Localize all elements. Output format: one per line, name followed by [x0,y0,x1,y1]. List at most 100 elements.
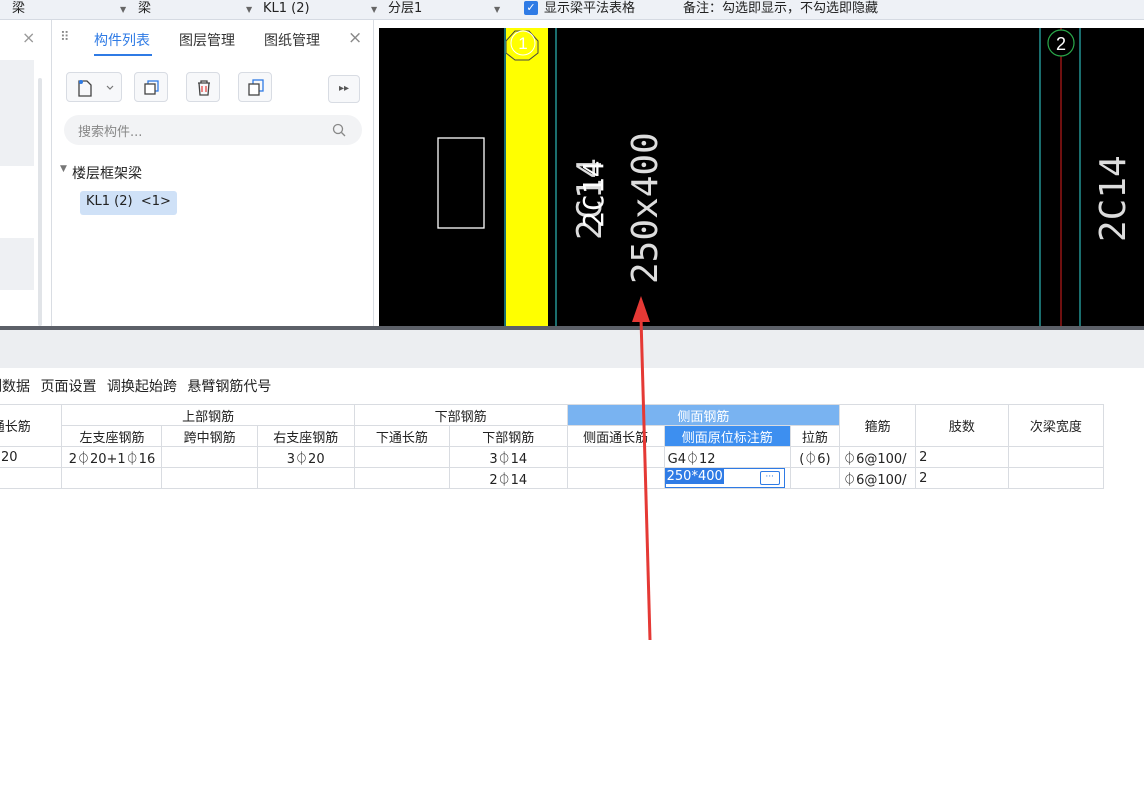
cad-drawing: 1 2 2C14 2C14 250x400 2C14 [437,28,1134,328]
more-button[interactable]: ▸▸ [328,75,360,103]
cell-left-support[interactable]: 2⏀20+1⏀16 [61,446,163,468]
header-lajin[interactable]: 拉筋 [789,425,841,447]
cell-left-support[interactable] [61,467,163,489]
show-table-checkbox[interactable]: ✓ [524,1,538,15]
chevron-down-icon: ▼ [494,5,501,14]
header-mid[interactable]: 跨中钢筋 [161,425,258,447]
stub-highlight [0,60,34,166]
new-file-icon [78,80,114,97]
scrollbar[interactable] [38,78,42,326]
copy-to-floor-button[interactable] [238,72,272,102]
delete-button[interactable] [186,72,220,102]
header-upper[interactable]: 上部钢筋 [61,404,355,426]
cell-cilang[interactable] [1007,446,1105,468]
search-placeholder: 搜索构件... [78,125,143,140]
cad-text-bar-b: 2C14 [577,161,610,228]
header-lower-bar[interactable]: 下部钢筋 [448,425,568,447]
table-toolbar: 列数据 页面设置 调换起始跨 悬臂钢筋代号 [0,376,277,396]
type-dropdown-1-value: 梁 [12,1,26,16]
splitter-band[interactable] [0,326,1144,368]
beam-rebar-table: 通长筋 上部钢筋 下部钢筋 侧面钢筋 箍筋 肢数 次梁宽度 左支座钢筋 跨中钢筋… [0,404,1105,489]
tree-group-label[interactable]: 楼层框架梁 [72,163,142,183]
cell-lower-bar[interactable]: 3⏀14 [448,446,568,468]
type-dropdown-1[interactable]: 梁 ▼ [12,0,126,20]
active-tab-indicator [94,54,152,56]
table-row: 2⏀14 250*400 ··· ⏀6@100/ 2 [0,467,1105,489]
column-outline [437,137,485,229]
layer-dropdown-value: 分层1 [388,1,423,16]
cad-text-dimension: 250x400 [625,132,666,284]
tab-drawing-manage[interactable]: 图纸管理 [264,30,320,50]
more-options-icon[interactable]: ··· [759,471,780,485]
cell-side-orig-editing[interactable]: 250*400 ··· [663,467,791,489]
cell-mid[interactable] [161,446,258,468]
cell-gujin[interactable]: ⏀6@100/ [839,467,917,489]
cell-editor-value[interactable]: 250*400 [665,469,724,484]
search-icon [332,123,346,137]
tool-cantilever-code[interactable]: 悬臂钢筋代号 [187,379,271,395]
tab-component-list[interactable]: 构件列表 [94,30,150,50]
header-zhishu[interactable]: 肢数 [915,404,1009,447]
cad-text-right: 2C14 [1093,155,1134,242]
copy-icon [144,80,159,95]
cell-zhishu[interactable]: 2 [915,467,1009,489]
member-dropdown-value: KL1 (2) [263,1,310,16]
header-side-orig[interactable]: 侧面原位标注筋 [663,425,791,447]
cell-tongchang[interactable]: 20 [0,446,63,468]
axis-label-2: 2 [1056,34,1066,54]
header-side-tong[interactable]: 侧面通长筋 [566,425,665,447]
cell-right-support[interactable]: 3⏀20 [256,446,355,468]
search-input[interactable]: 搜索构件... [64,115,362,145]
yellow-column [506,28,548,328]
note-text: 备注：勾选即显示，不勾选即隐藏 [683,1,879,16]
cell-side-orig[interactable]: G4⏀12 [663,446,791,468]
cell-lajin[interactable]: (⏀6) [789,446,841,468]
cad-viewport[interactable]: 1 2 2C14 2C14 250x400 2C14 [379,28,1144,328]
cell-lower-tong[interactable] [353,467,450,489]
left-stub-panel: × [0,20,52,328]
cell-editor[interactable]: 250*400 ··· [665,468,785,488]
cell-lower-bar[interactable]: 2⏀14 [448,467,568,489]
cell-lajin[interactable] [789,467,841,489]
cell-gujin[interactable]: ⏀6@100/ [839,446,917,468]
header-cilang[interactable]: 次梁宽度 [1007,404,1105,447]
chevron-down-icon: ▼ [371,5,378,14]
collapse-arrow-icon[interactable]: ▼ [60,164,67,174]
header-right-support[interactable]: 右支座钢筋 [256,425,355,447]
header-lower-tong[interactable]: 下通长筋 [353,425,450,447]
cell-right-support[interactable] [256,467,355,489]
tree-item-kl1[interactable]: KL1 (2) <1> [80,191,177,215]
cell-zhishu[interactable]: 2 [915,446,1009,468]
header-tongchang[interactable]: 通长筋 [0,404,63,447]
tool-swap-span[interactable]: 调换起始跨 [107,379,177,395]
close-icon[interactable]: × [22,28,35,47]
table-row: 20 2⏀20+1⏀16 3⏀20 3⏀14 G4⏀12 (⏀6) ⏀6@100… [0,446,1105,468]
header-gujin[interactable]: 箍筋 [839,404,917,447]
header-left-support[interactable]: 左支座钢筋 [61,425,163,447]
cell-lower-tong[interactable] [353,446,450,468]
cell-mid[interactable] [161,467,258,489]
header-side[interactable]: 侧面钢筋 [566,404,841,426]
type-dropdown-2[interactable]: 梁 ▼ [138,0,252,20]
tab-layer-manage[interactable]: 图层管理 [179,30,235,50]
close-icon[interactable]: × [348,28,362,48]
cell-side-tong[interactable] [566,467,665,489]
member-dropdown[interactable]: KL1 (2) ▼ [263,0,377,20]
chevron-down-icon: ▼ [120,5,127,14]
stub-highlight [0,238,34,290]
tool-page-setup[interactable]: 页面设置 [40,379,96,395]
header-lower[interactable]: 下部钢筋 [353,404,568,426]
chevron-down-icon: ▼ [246,5,253,14]
cell-cilang[interactable] [1007,467,1105,489]
cell-tongchang[interactable] [0,467,63,489]
layers-icon [248,79,264,96]
copy-button[interactable] [134,72,168,102]
trash-icon [198,80,210,96]
axis-label-1: 1 [518,34,527,53]
new-component-button[interactable] [66,72,122,102]
layer-dropdown[interactable]: 分层1 ▼ [388,0,501,20]
cell-side-tong[interactable] [566,446,665,468]
tool-column-data[interactable]: 列数据 [0,379,30,395]
drag-handle-icon[interactable]: ⠿ [60,30,70,45]
component-panel: ⠿ 构件列表 图层管理 图纸管理 × ▸▸ 搜索构件... ▼ 楼层框架梁 KL… [52,20,374,328]
